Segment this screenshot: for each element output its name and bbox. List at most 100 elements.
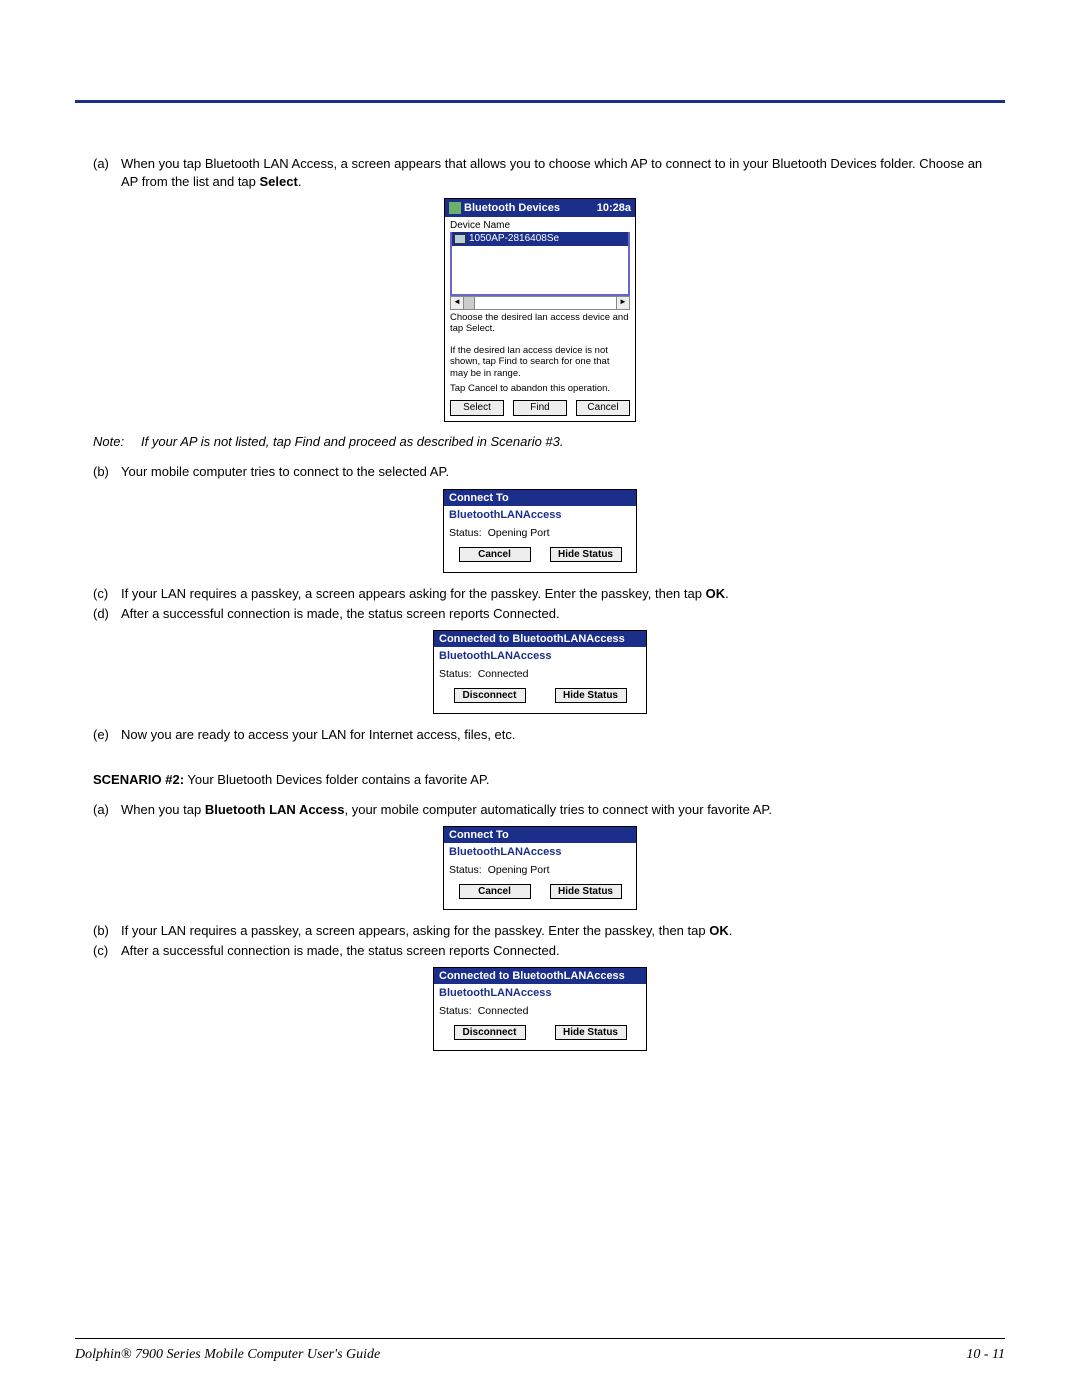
bold: Select — [260, 174, 298, 189]
status-value: Connected — [478, 1005, 529, 1017]
marker: (a) — [93, 801, 121, 819]
note: Note: If your AP is not listed, tap Find… — [93, 434, 987, 449]
post: , your mobile computer automatically tri… — [344, 802, 772, 817]
text: When you tap Bluetooth LAN Access, a scr… — [121, 155, 987, 190]
scroll-right-button[interactable]: ► — [616, 297, 629, 309]
marker: (a) — [93, 155, 121, 190]
status-row: Status: Connected — [434, 1005, 646, 1025]
bold: Bluetooth LAN Access — [205, 802, 345, 817]
footer-rule — [75, 1338, 1005, 1339]
connect-to-screenshot-2: Connect To BluetoothLANAccess Status: Op… — [93, 826, 987, 910]
connected-window: Connected to BluetoothLANAccess Bluetoot… — [433, 630, 647, 714]
button-row: Cancel Hide Status — [444, 547, 636, 572]
connection-name: BluetoothLANAccess — [444, 506, 636, 527]
scroll-track[interactable] — [475, 297, 616, 309]
step-b2: (b) If your LAN requires a passkey, a sc… — [93, 922, 987, 940]
status-row: Status: Opening Port — [444, 527, 636, 547]
pre: When you tap — [121, 802, 205, 817]
cancel-button[interactable]: Cancel — [459, 884, 531, 899]
status-value: Opening Port — [488, 864, 550, 876]
pre: When you tap Bluetooth LAN Access, a scr… — [121, 156, 982, 189]
bluetooth-devices-screenshot: Bluetooth Devices 10:28a Device Name 105… — [93, 198, 987, 422]
window-title: Connect To — [444, 827, 636, 843]
device-name: 1050AP-2816408Se — [469, 233, 559, 245]
bold: OK — [706, 586, 726, 601]
marker: (b) — [93, 463, 121, 481]
instruction-3: Tap Cancel to abandon this operation. — [445, 381, 635, 396]
window-title: Connect To — [444, 490, 636, 506]
text: When you tap Bluetooth LAN Access, your … — [121, 801, 987, 819]
device-listbox[interactable]: 1050AP-2816408Se — [450, 232, 630, 296]
text: Your mobile computer tries to connect to… — [121, 463, 987, 481]
connected-screenshot-1: Connected to BluetoothLANAccess Bluetoot… — [93, 630, 987, 714]
text: After a successful connection is made, t… — [121, 605, 987, 623]
status-label: Status: — [449, 864, 482, 876]
find-button[interactable]: Find — [513, 400, 567, 416]
cancel-button[interactable]: Cancel — [576, 400, 630, 416]
connection-name: BluetoothLANAccess — [444, 843, 636, 864]
top-rule — [75, 100, 1005, 103]
connection-name: BluetoothLANAccess — [434, 984, 646, 1005]
step-b1: (b) Your mobile computer tries to connec… — [93, 463, 987, 481]
disconnect-button[interactable]: Disconnect — [454, 688, 526, 703]
scenario-2: SCENARIO #2: Your Bluetooth Devices fold… — [93, 772, 987, 787]
ap-icon — [454, 234, 466, 244]
note-label: Note: — [93, 434, 141, 449]
hide-status-button[interactable]: Hide Status — [550, 884, 622, 899]
bt-devices-window: Bluetooth Devices 10:28a Device Name 105… — [444, 198, 636, 422]
horizontal-scrollbar[interactable]: ◄ ► — [450, 296, 630, 310]
hide-status-button[interactable]: Hide Status — [555, 688, 627, 703]
window-titlebar: Bluetooth Devices 10:28a — [445, 199, 635, 217]
bold: OK — [709, 923, 729, 938]
marker: (c) — [93, 585, 121, 603]
marker: (b) — [93, 922, 121, 940]
hide-status-button[interactable]: Hide Status — [550, 547, 622, 562]
post: . — [729, 923, 733, 938]
hide-status-button[interactable]: Hide Status — [555, 1025, 627, 1040]
marker: (e) — [93, 726, 121, 744]
connect-to-window: Connect To BluetoothLANAccess Status: Op… — [443, 826, 637, 910]
window-title: Connected to BluetoothLANAccess — [434, 631, 646, 647]
text: If your LAN requires a passkey, a screen… — [121, 585, 987, 603]
note-text: If your AP is not listed, tap Find and p… — [141, 434, 564, 449]
scroll-thumb[interactable] — [464, 297, 475, 309]
scenario-text: Your Bluetooth Devices folder contains a… — [184, 772, 489, 787]
window-title: Bluetooth Devices — [464, 202, 597, 215]
connect-to-screenshot-1: Connect To BluetoothLANAccess Status: Op… — [93, 489, 987, 573]
post: . — [298, 174, 302, 189]
step-d1: (d) After a successful connection is mad… — [93, 605, 987, 623]
connect-to-window: Connect To BluetoothLANAccess Status: Op… — [443, 489, 637, 573]
devices-icon — [449, 202, 461, 214]
cancel-button[interactable]: Cancel — [459, 547, 531, 562]
footer-right: 10 - 11 — [966, 1347, 1005, 1363]
footer-left: Dolphin® 7900 Series Mobile Computer Use… — [75, 1347, 380, 1363]
disconnect-button[interactable]: Disconnect — [454, 1025, 526, 1040]
button-row: Select Find Cancel — [445, 396, 635, 421]
marker: (d) — [93, 605, 121, 623]
button-row: Cancel Hide Status — [444, 884, 636, 909]
connected-screenshot-2: Connected to BluetoothLANAccess Bluetoot… — [93, 967, 987, 1051]
status-label: Status: — [449, 527, 482, 539]
text: Now you are ready to access your LAN for… — [121, 726, 987, 744]
step-c2: (c) After a successful connection is mad… — [93, 942, 987, 960]
step-a1: (a) When you tap Bluetooth LAN Access, a… — [93, 155, 987, 190]
text: If your LAN requires a passkey, a screen… — [121, 922, 987, 940]
select-button[interactable]: Select — [450, 400, 504, 416]
connected-window: Connected to BluetoothLANAccess Bluetoot… — [433, 967, 647, 1051]
pre: If your LAN requires a passkey, a screen… — [121, 923, 709, 938]
status-value: Connected — [478, 668, 529, 680]
clock: 10:28a — [597, 202, 631, 215]
status-row: Status: Connected — [434, 668, 646, 688]
instruction-1: Choose the desired lan access device and… — [445, 310, 635, 337]
connection-name: BluetoothLANAccess — [434, 647, 646, 668]
step-a2: (a) When you tap Bluetooth LAN Access, y… — [93, 801, 987, 819]
status-label: Status: — [439, 1005, 472, 1017]
scroll-left-button[interactable]: ◄ — [451, 297, 464, 309]
marker: (c) — [93, 942, 121, 960]
page-content: (a) When you tap Bluetooth LAN Access, a… — [75, 155, 1005, 1051]
instruction-2: If the desired lan access device is not … — [445, 343, 635, 381]
button-row: Disconnect Hide Status — [434, 688, 646, 713]
text: After a successful connection is made, t… — [121, 942, 987, 960]
status-value: Opening Port — [488, 527, 550, 539]
device-row-selected[interactable]: 1050AP-2816408Se — [452, 232, 628, 246]
